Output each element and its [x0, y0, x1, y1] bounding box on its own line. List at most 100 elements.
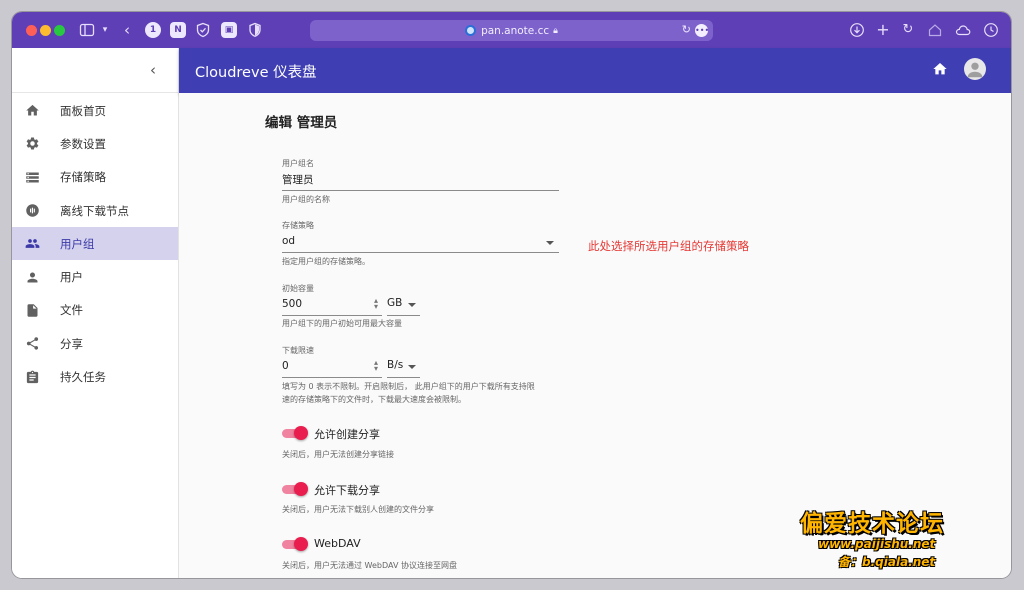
cloud-icon[interactable]	[954, 21, 972, 39]
chevron-down-icon[interactable]	[546, 241, 554, 245]
sidebar-item-label: 分享	[60, 336, 83, 351]
onepassword-icon[interactable]: 1	[145, 22, 161, 38]
app-header: Cloudreve 仪表盘	[179, 48, 1011, 93]
home-icon[interactable]	[926, 21, 944, 39]
speed-limit-input[interactable]: 0	[282, 360, 289, 372]
storage-icon	[24, 169, 40, 185]
collapse-sidebar-chevron-left-icon[interactable]: ‹	[144, 61, 162, 79]
shield-icon[interactable]	[194, 21, 212, 39]
reload-page-icon[interactable]: ↻	[899, 21, 917, 39]
speed-unit-select[interactable]: B/s	[387, 359, 403, 371]
app-title: Cloudreve 仪表盘	[195, 65, 317, 81]
group-name-underline	[282, 190, 559, 191]
history-icon[interactable]	[982, 21, 1000, 39]
file-icon	[24, 302, 40, 318]
switch-thumb	[294, 482, 308, 496]
speed-limit-stepper[interactable]: ▴ ▾	[372, 359, 380, 373]
notion-icon[interactable]: N	[170, 22, 186, 38]
storage-policy-helper: 指定用户组的存储策略。	[282, 257, 370, 266]
storage-policy-underline	[282, 252, 559, 253]
page-title: 编辑 管理员	[265, 115, 338, 131]
speed-limit-helper-line1: 填写为 0 表示不限制。开启限制后， 此用户组下的用户下载所有支持限	[282, 382, 535, 391]
allow-download-share-switch[interactable]	[282, 482, 308, 496]
allow-download-share-helper: 关闭后，用户无法下载别人创建的文件分享	[282, 505, 434, 514]
speed-unit-underline	[387, 377, 420, 378]
task-icon	[24, 369, 40, 385]
gear-icon	[24, 136, 40, 152]
sidebar-item-label: 文件	[60, 303, 83, 318]
sidebar-item-label: 参数设置	[60, 136, 106, 151]
sidebar-nav: 面板首页 参数设置 存储策略 离线下载节点 用户组 用户 文件 分享 持久任务	[12, 93, 178, 394]
reload-icon[interactable]: ↻	[682, 23, 691, 36]
sidebar-item-user-groups[interactable]: 用户组	[12, 227, 178, 261]
capacity-underline	[282, 315, 382, 316]
url-text: pan.anote.cc	[481, 24, 550, 37]
privacy-icon[interactable]	[246, 21, 264, 39]
group-icon	[24, 236, 40, 252]
sidebar-item-tasks[interactable]: 持久任务	[12, 360, 178, 393]
group-name-label: 用户组名	[282, 159, 314, 168]
sidebar-item-label: 用户组	[60, 236, 95, 251]
capacity-label: 初始容量	[282, 284, 314, 293]
watermark-url: www.paijishu.net	[818, 537, 936, 551]
close-window-button[interactable]	[26, 25, 37, 36]
switch-thumb	[294, 426, 308, 440]
more-icon[interactable]: •••	[695, 24, 709, 37]
site-favicon-icon	[465, 25, 477, 36]
speed-limit-label: 下载限速	[282, 346, 314, 355]
capacity-unit-underline	[387, 315, 420, 316]
speed-limit-helper-line2: 速的存储策略下的文件时，下载最大速度会被限制。	[282, 395, 466, 404]
home-icon	[24, 103, 40, 119]
sidebar: ‹ 面板首页 参数设置 存储策略 离线下载节点 用户组 用户 文件 分享 持久任…	[12, 48, 179, 578]
webdav-helper: 关闭后，用户无法通过 WebDAV 协议连接至网盘	[282, 561, 457, 570]
allow-create-share-label: 允许创建分享	[314, 428, 380, 441]
sidebar-item-storage-policy[interactable]: 存储策略	[12, 161, 178, 194]
sidebar-item-label: 存储策略	[60, 170, 106, 185]
sidebar-item-label: 面板首页	[60, 103, 106, 118]
lock-icon: 🔒︎	[553, 25, 558, 36]
download-node-icon	[24, 203, 40, 219]
group-name-helper: 用户组的名称	[282, 195, 330, 204]
sidebar-toggle-icon[interactable]	[78, 21, 96, 39]
sidebar-item-settings[interactable]: 参数设置	[12, 127, 178, 160]
watermark-beian: 备：b.qiala.net	[838, 555, 936, 569]
back-icon[interactable]: ‹	[118, 21, 136, 39]
minimize-window-button[interactable]	[40, 25, 51, 36]
chevron-down-icon[interactable]	[408, 365, 416, 369]
allow-download-share-label: 允许下载分享	[314, 484, 380, 497]
webdav-label: WebDAV	[314, 537, 361, 550]
sidebar-item-users[interactable]: 用户	[12, 260, 178, 293]
person-icon	[24, 269, 40, 285]
sidebar-item-label: 用户	[60, 270, 83, 285]
capacity-helper: 用户组下的用户初始可用最大容量	[282, 319, 402, 328]
browser-toolbar: ▾ ‹ 1 N ▣ pan.anote.cc 🔒︎ ↻ ••• + ↻	[12, 12, 1011, 48]
watermark-title: 偏爱技术论坛	[800, 511, 944, 537]
address-bar[interactable]: pan.anote.cc 🔒︎ ↻ •••	[310, 20, 713, 41]
avatar[interactable]	[964, 58, 986, 80]
sidebar-item-download-nodes[interactable]: 离线下载节点	[12, 194, 178, 227]
sidebar-item-dashboard[interactable]: 面板首页	[12, 94, 178, 127]
share-icon	[24, 336, 40, 352]
storage-policy-select[interactable]: od	[282, 235, 295, 247]
group-name-input[interactable]: 管理员	[282, 172, 314, 187]
bitwarden-icon[interactable]: ▣	[221, 22, 237, 38]
chevron-down-icon[interactable]	[408, 303, 416, 307]
sidebar-item-shares[interactable]: 分享	[12, 327, 178, 360]
webdav-switch[interactable]	[282, 537, 308, 551]
annotation-note: 此处选择所选用户组的存储策略	[588, 239, 749, 253]
browser-window: ▾ ‹ 1 N ▣ pan.anote.cc 🔒︎ ↻ ••• + ↻ ‹ 面板…	[12, 12, 1011, 578]
switch-thumb	[294, 537, 308, 551]
allow-create-share-switch[interactable]	[282, 426, 308, 440]
capacity-input[interactable]: 500	[282, 298, 302, 310]
capacity-stepper[interactable]: ▴ ▾	[372, 297, 380, 311]
capacity-unit-select[interactable]: GB	[387, 297, 402, 309]
new-tab-icon[interactable]: +	[874, 21, 892, 39]
chevron-down-icon[interactable]: ▾	[96, 21, 114, 39]
storage-policy-label: 存储策略	[282, 221, 314, 230]
sidebar-item-label: 持久任务	[60, 370, 106, 385]
sidebar-item-files[interactable]: 文件	[12, 294, 178, 327]
home-icon[interactable]	[932, 61, 950, 79]
maximize-window-button[interactable]	[54, 25, 65, 36]
download-icon[interactable]	[848, 21, 866, 39]
allow-create-share-helper: 关闭后，用户无法创建分享链接	[282, 450, 394, 459]
